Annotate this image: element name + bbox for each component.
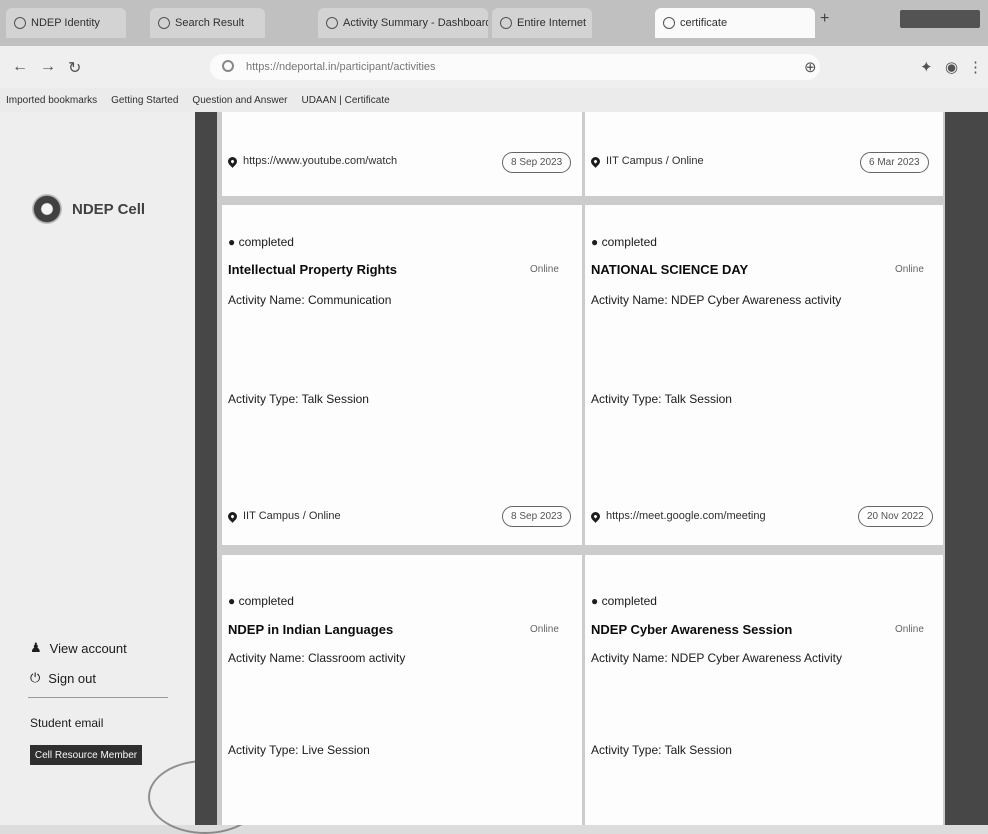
profile-icon[interactable]: ◉ (945, 58, 958, 76)
location-pin-icon (226, 509, 239, 523)
activity-name: Activity Name: NDEP Cyber Awareness acti… (591, 293, 842, 307)
activity-title: NATIONAL SCIENCE DAY (591, 262, 749, 277)
activity-type: Activity Type: Live Session (228, 743, 370, 757)
activity-type: Activity Type: Talk Session (591, 392, 732, 406)
back-icon[interactable]: ← (12, 58, 28, 76)
activity-location: https://meet.google.com/meeting (589, 509, 766, 523)
extensions-icon[interactable]: ✦ (920, 58, 933, 76)
student-email: Student email (30, 716, 104, 730)
view-account-label: View account (49, 640, 127, 656)
sidebar-divider (28, 697, 168, 698)
window-controls[interactable] (900, 10, 980, 28)
bookmark-item[interactable]: Getting Started (111, 95, 178, 106)
status-badge: ● completed (228, 235, 294, 249)
ndep-logo-icon (32, 194, 62, 224)
lock-icon (222, 60, 234, 72)
activity-mode: Online (530, 264, 559, 275)
activity-date: 8 Sep 2023 (502, 152, 572, 173)
sign-out-label: Sign out (48, 670, 96, 686)
activity-mode: Online (895, 264, 924, 275)
page-edge-left (195, 112, 217, 825)
activity-date: 6 Mar 2023 (860, 152, 929, 173)
tab-label: Activity Summary - Dashboard (343, 17, 488, 29)
activity-location: IIT Campus / Online (226, 509, 341, 523)
location-pin-icon (589, 154, 602, 168)
tab-favicon-icon (500, 17, 512, 29)
activity-mode: Online (530, 624, 559, 635)
tab-label: Entire Internet (517, 17, 587, 29)
tab-favicon-icon (663, 17, 675, 29)
browser-tab-bar: NDEP Identity Search Result Activity Sum… (0, 0, 988, 46)
tab-ndep-identity[interactable]: NDEP Identity (6, 8, 126, 38)
tab-favicon-icon (326, 17, 338, 29)
location-pin-icon (589, 509, 602, 523)
status-badge: ● completed (591, 594, 657, 608)
user-icon: ♟ (30, 640, 42, 655)
activity-location: https://www.youtube.com/watch (226, 154, 397, 168)
tab-label: NDEP Identity (31, 17, 100, 29)
bookmark-item[interactable]: UDAAN | Certificate (301, 95, 389, 106)
activity-type: Activity Type: Talk Session (228, 392, 369, 406)
bookmark-item[interactable]: Imported bookmarks (6, 95, 97, 106)
tab-label: Search Result (175, 17, 245, 29)
activity-type: Activity Type: Talk Session (591, 743, 732, 757)
tab-search-result[interactable]: Search Result (150, 8, 265, 38)
tab-certificate[interactable]: certificate (655, 8, 815, 38)
activity-name: Activity Name: Classroom activity (228, 651, 406, 665)
tab-favicon-icon (14, 17, 26, 29)
activity-date: 8 Sep 2023 (502, 506, 572, 527)
tab-favicon-icon (158, 17, 170, 29)
sign-out-icon: ⏻ (30, 670, 41, 685)
cell-resource-button[interactable]: Cell Resource Member (30, 745, 142, 765)
activity-mode: Online (895, 624, 924, 635)
forward-icon[interactable]: → (40, 58, 56, 76)
address-text: https://ndeportal.in/participant/activit… (246, 61, 436, 73)
tab-label: certificate (680, 17, 728, 29)
activity-card[interactable] (222, 205, 582, 545)
activity-location: IIT Campus / Online (589, 154, 704, 168)
activity-name: Activity Name: Communication (228, 293, 392, 307)
address-bar[interactable]: https://ndeportal.in/participant/activit… (210, 54, 820, 80)
reload-icon[interactable]: ↻ (68, 58, 81, 78)
sign-out-link[interactable]: ⏻ Sign out (30, 670, 96, 686)
bookmark-item[interactable]: Question and Answer (192, 95, 287, 106)
tab-entire-internet[interactable]: Entire Internet (492, 8, 592, 38)
activity-name: Activity Name: NDEP Cyber Awareness Acti… (591, 651, 842, 665)
zoom-icon[interactable]: ⊕ (804, 58, 817, 76)
menu-icon[interactable]: ⋮ (968, 58, 983, 76)
location-pin-icon (226, 154, 239, 168)
bookmarks-bar: Imported bookmarks Getting Started Quest… (0, 88, 988, 112)
logo-text: NDEP Cell (72, 201, 146, 218)
tab-activity-summary[interactable]: Activity Summary - Dashboard (318, 8, 488, 38)
view-account-link[interactable]: ♟ View account (30, 640, 127, 656)
activity-date: 20 Nov 2022 (858, 506, 933, 527)
new-tab-icon[interactable]: + (820, 10, 829, 28)
activity-title: NDEP Cyber Awareness Session (591, 622, 793, 637)
page-edge-right (945, 112, 988, 825)
status-badge: ● completed (591, 235, 657, 249)
activity-title: NDEP in Indian Languages (228, 622, 394, 637)
activity-card[interactable] (585, 205, 943, 545)
status-badge: ● completed (228, 594, 294, 608)
activity-title: Intellectual Property Rights (228, 262, 398, 277)
